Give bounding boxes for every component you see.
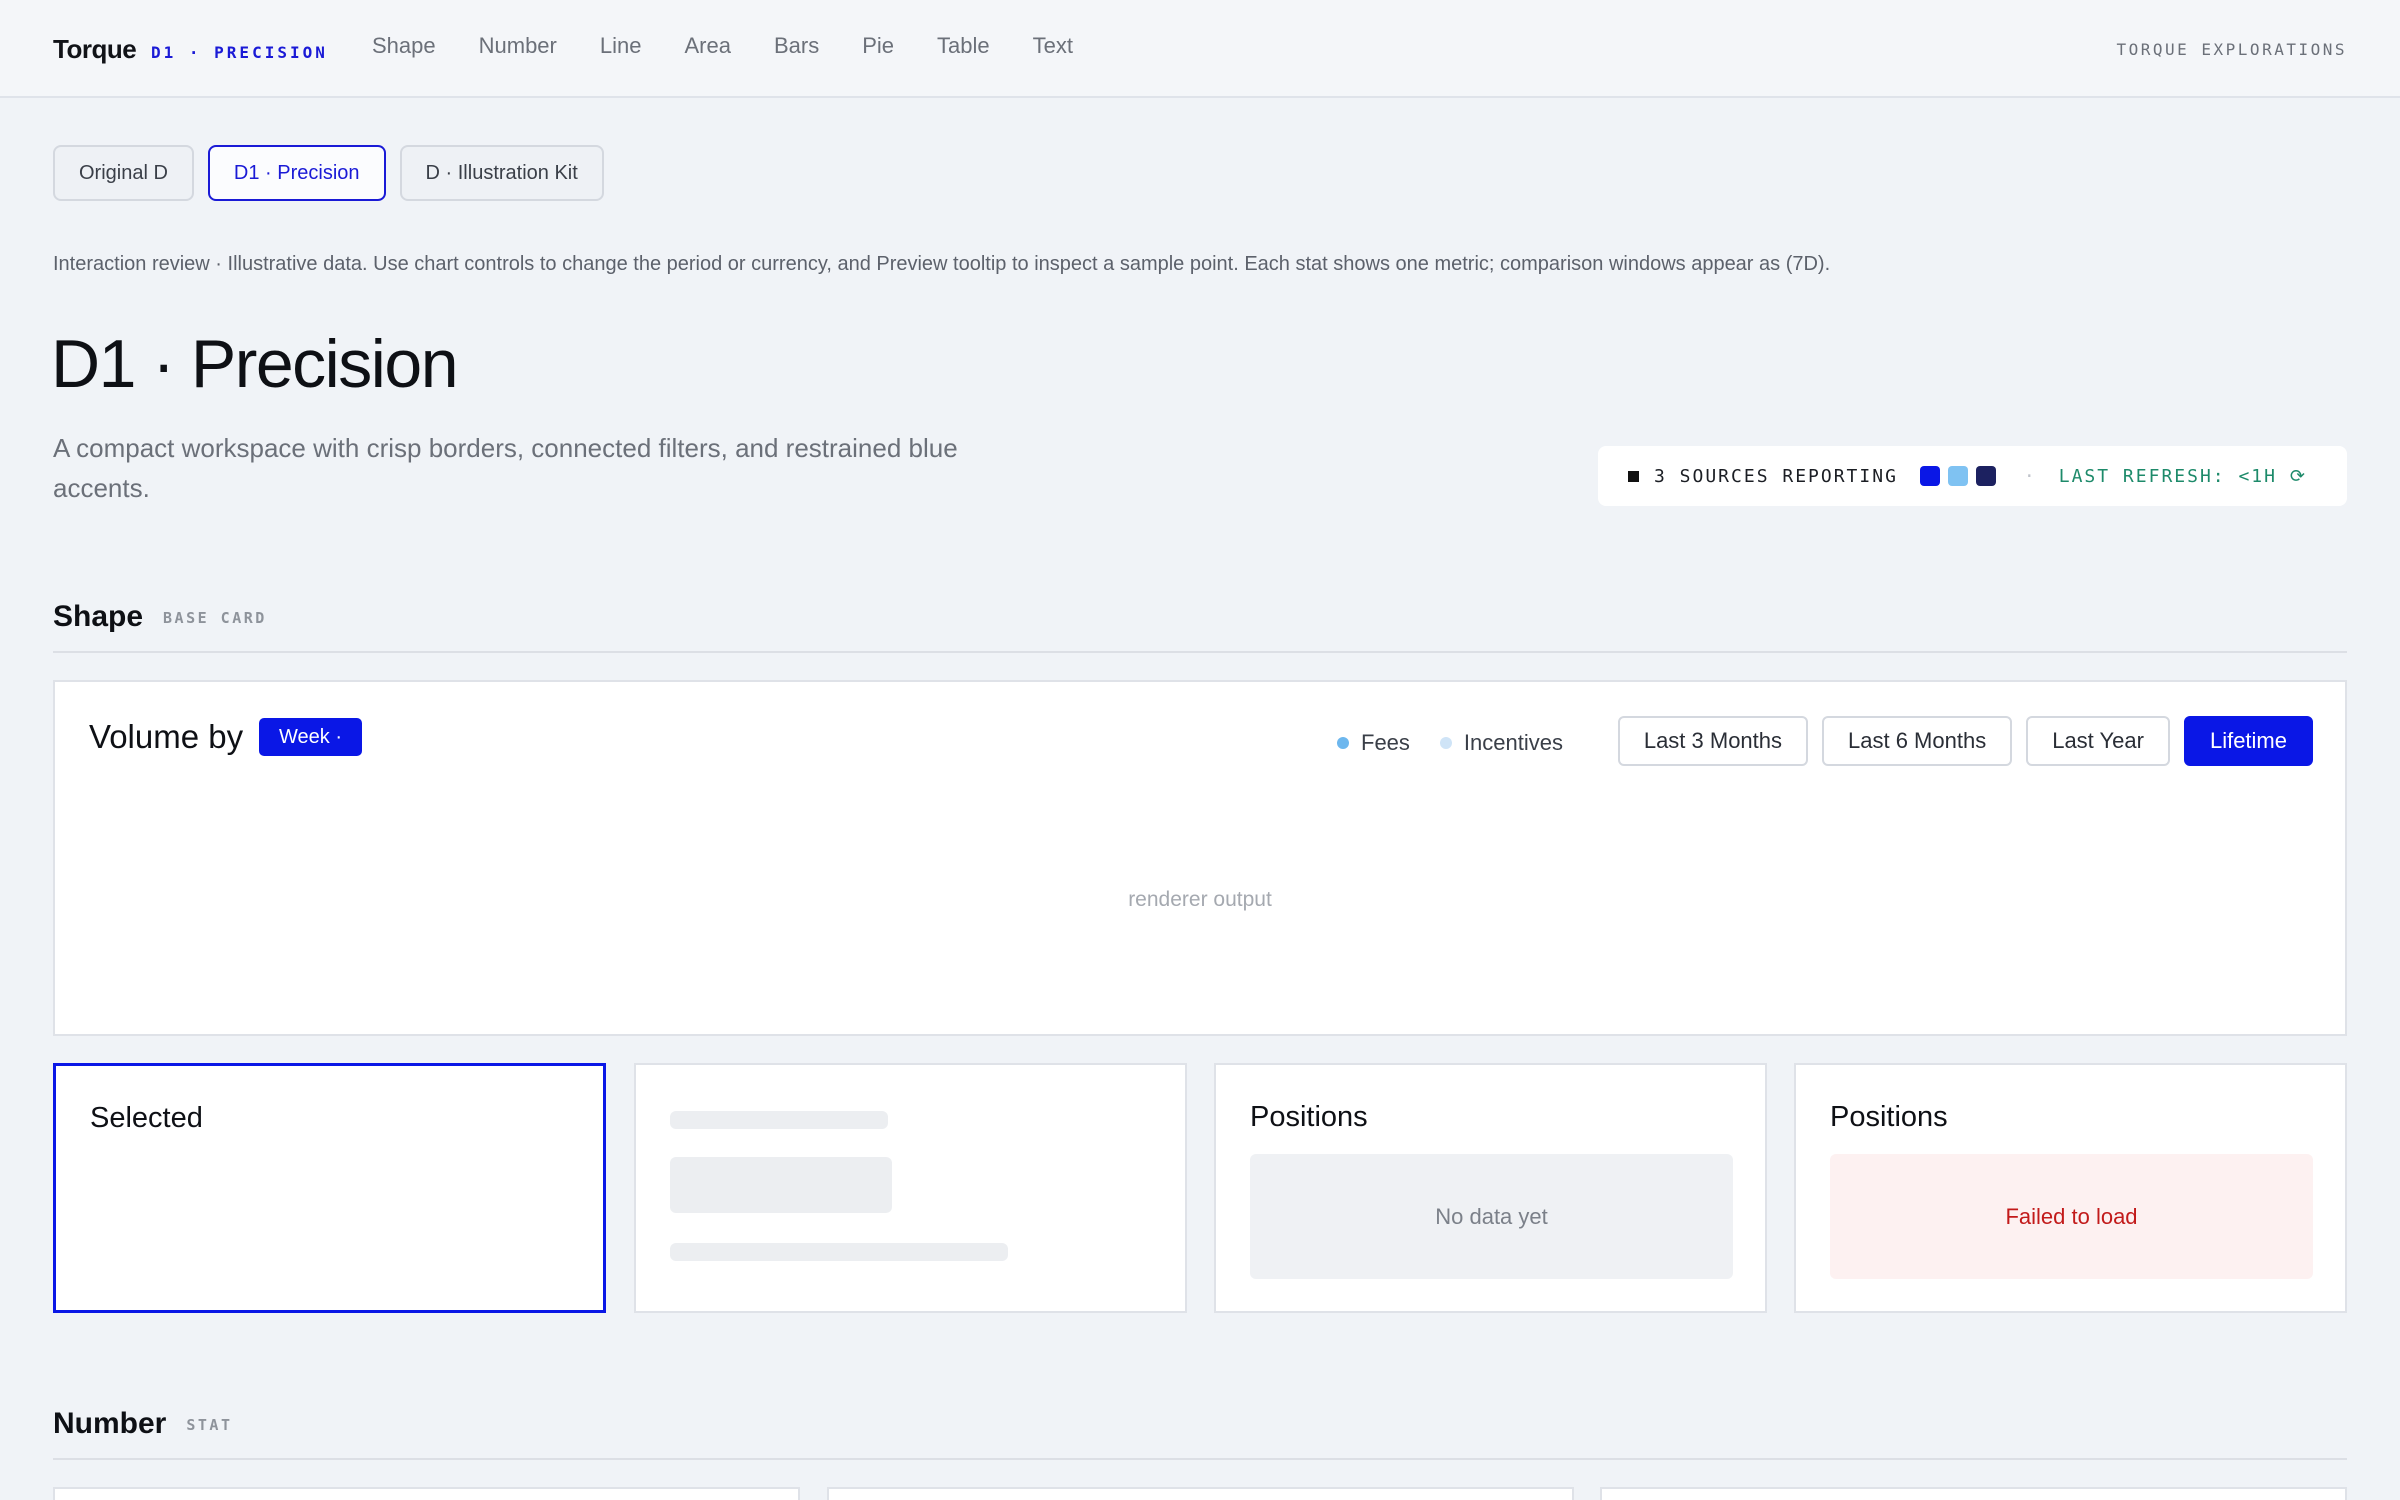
- skeleton-value: [670, 1157, 892, 1213]
- range-last-year-button[interactable]: Last Year: [2026, 716, 2170, 766]
- source-swatch-1: [1919, 466, 1940, 486]
- page-title: D1 · Precision: [51, 326, 459, 402]
- section-divider-number: [53, 1458, 2347, 1460]
- section-divider-shape: [53, 651, 2347, 653]
- section-title-number-text: Number: [53, 1407, 167, 1440]
- skeleton-title: [670, 1111, 888, 1129]
- stat-card: [53, 1487, 800, 1500]
- range-last-3-months-button[interactable]: Last 3 Months: [1617, 716, 1809, 766]
- legend-label-incentives: Incentives: [1463, 730, 1563, 755]
- brand-logo[interactable]: Torque: [53, 34, 137, 65]
- source-swatch-2: [1947, 466, 1968, 486]
- chart-legend: Fees Incentives: [1337, 730, 1593, 756]
- section-title-shape: Shape BASE CARD: [53, 600, 267, 634]
- tab-d1-precision[interactable]: D1 · Precision: [207, 145, 386, 201]
- tab-original-d[interactable]: Original D: [53, 145, 194, 201]
- state-card-title: Positions: [1830, 1101, 1948, 1133]
- group-by-dropdown[interactable]: Week ·: [259, 718, 362, 756]
- state-card-title: Positions: [1250, 1101, 1368, 1133]
- nav-link-area[interactable]: Area: [684, 33, 730, 59]
- section-kicker-number: STAT: [186, 1416, 233, 1435]
- legend-item-incentives[interactable]: Incentives: [1439, 730, 1563, 756]
- status-square-icon: [1628, 470, 1639, 482]
- last-refresh[interactable]: LAST REFRESH: <1H ⟳: [2059, 466, 2307, 487]
- tab-illustration-kit[interactable]: D · Illustration Kit: [399, 145, 604, 201]
- legend-label-fees: Fees: [1361, 730, 1410, 755]
- sources-reporting: 3 SOURCES REPORTING: [1654, 465, 1898, 487]
- range-lifetime-button[interactable]: Lifetime: [2183, 716, 2313, 766]
- stat-card: [1600, 1487, 2347, 1500]
- top-right-label[interactable]: TORQUE EXPLORATIONS: [2116, 40, 2347, 59]
- section-title-number: Number STAT: [53, 1407, 232, 1441]
- nav-link-text[interactable]: Text: [1033, 33, 1073, 59]
- state-card-error: Positions Failed to load: [1794, 1063, 2347, 1313]
- range-filter-group: Last 3 Months Last 6 Months Last Year Li…: [1617, 716, 2313, 766]
- state-card-empty: Positions No data yet: [1214, 1063, 1767, 1313]
- chart-title: Volume by: [89, 718, 244, 755]
- variant-tabs: Original D D1 · Precision D · Illustrati…: [53, 145, 604, 201]
- nav-link-line[interactable]: Line: [600, 33, 642, 59]
- nav-link-number[interactable]: Number: [479, 33, 557, 59]
- nav-link-bars[interactable]: Bars: [774, 33, 819, 59]
- chart-placeholder: renderer output: [1128, 888, 1272, 911]
- error-state-message: Failed to load: [1830, 1154, 2313, 1279]
- section-kicker-shape: BASE CARD: [163, 609, 267, 628]
- section-nav: Shape Number Line Area Bars Pie Table Te…: [372, 33, 1116, 59]
- range-last-6-months-button[interactable]: Last 6 Months: [1822, 716, 2013, 766]
- empty-state-message: No data yet: [1250, 1154, 1733, 1279]
- nav-link-shape[interactable]: Shape: [372, 33, 436, 59]
- status-separator: ·: [2023, 465, 2037, 487]
- state-card-selected[interactable]: Selected: [53, 1063, 606, 1313]
- state-card-title: Selected: [90, 1102, 203, 1134]
- section-title-shape-text: Shape: [53, 600, 144, 633]
- source-swatch-3: [1975, 466, 1996, 486]
- intro-text: Interaction review · Illustrative data. …: [53, 253, 1831, 275]
- legend-dot-fees: [1337, 737, 1349, 749]
- brand-tag: D1 · PRECISION: [151, 43, 328, 62]
- top-nav: Torque D1 · PRECISION Shape Number Line …: [0, 0, 2400, 98]
- nav-link-table[interactable]: Table: [937, 33, 990, 59]
- legend-item-fees[interactable]: Fees: [1337, 730, 1410, 756]
- state-card-loading: [634, 1063, 1187, 1313]
- stat-card: [827, 1487, 1574, 1500]
- legend-dot-incentives: [1439, 737, 1452, 749]
- page-subtitle: A compact workspace with crisp borders, …: [53, 433, 958, 503]
- nav-link-pie[interactable]: Pie: [862, 33, 894, 59]
- chart-card: Volume by Week · Fees Incentives Last 3 …: [53, 680, 2347, 1036]
- status-strip: 3 SOURCES REPORTING · LAST REFRESH: <1H …: [1598, 446, 2347, 506]
- skeleton-caption: [670, 1243, 1008, 1261]
